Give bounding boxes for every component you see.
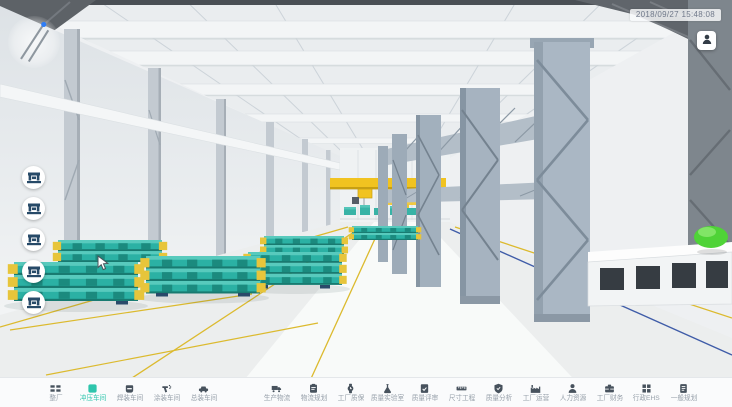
press-line-button-1[interactable] [22, 166, 45, 189]
tab-label: 尺寸工程 [448, 395, 475, 403]
person-icon [567, 383, 578, 394]
tab-admin-ehs[interactable]: 行政EHS [628, 378, 665, 407]
status-marker-green[interactable] [694, 226, 728, 255]
tab-label: 冲压车间 [79, 395, 106, 403]
tab-label: 生产物流 [263, 395, 290, 403]
watch-icon [345, 383, 356, 394]
press-machine-icon [27, 297, 41, 309]
tab-production-logistics[interactable]: 生产物流 [258, 378, 295, 407]
compass-icon [8, 16, 60, 68]
tab-paint-shop[interactable]: 涂装车间 [148, 378, 185, 407]
tab-label: 总装车间 [190, 395, 217, 403]
tab-hr[interactable]: 人力资源 [554, 378, 591, 407]
compass-widget[interactable] [8, 16, 60, 68]
app-window: 2018/09/27 15:48:08 [0, 0, 732, 407]
press-machine-icon [27, 234, 41, 246]
tab-general-planning[interactable]: 一般规划 [665, 378, 702, 407]
tab-label: 物流规划 [300, 395, 327, 403]
ruler-icon [456, 383, 467, 394]
tab-logistics-planning[interactable]: 物流规划 [295, 378, 332, 407]
press-line-button-4[interactable] [22, 260, 45, 283]
tab-label: 一般规划 [670, 395, 697, 403]
welding-shop-icon [124, 383, 135, 394]
grid-icon [641, 383, 652, 394]
tab-label: 工厂运营 [522, 395, 549, 403]
factory-icon [530, 383, 541, 394]
clipboard-icon [308, 383, 319, 394]
tab-welding-shop[interactable]: 焊装车间 [111, 378, 148, 407]
tab-label: 质量分析 [485, 395, 512, 403]
assembly-shop-icon [198, 383, 209, 394]
press-machine-icon [27, 172, 41, 184]
document-icon [678, 383, 689, 394]
tab-label: 焊装车间 [116, 395, 143, 403]
tab-label: 工厂财务 [596, 395, 623, 403]
press-machine-icon [27, 266, 41, 278]
press-line-button-3[interactable] [22, 228, 45, 251]
tab-factory-qa[interactable]: 工厂质保 [332, 378, 369, 407]
shop-tabs: 整厂 冲压车间 焊装车间 涂装车间 [37, 378, 222, 407]
briefcase-icon [604, 383, 615, 394]
tab-assembly-shop[interactable]: 总装车间 [185, 378, 222, 407]
tab-label: 质量评审 [411, 395, 438, 403]
tab-label: 人力资源 [559, 395, 586, 403]
tab-factory-operations[interactable]: 工厂运营 [517, 378, 554, 407]
tab-quality-lab[interactable]: 质量实验室 [369, 378, 406, 407]
scene-3d-viewport[interactable] [0, 0, 732, 407]
truck-icon [271, 383, 282, 394]
paint-shop-icon [161, 383, 172, 394]
tab-label: 行政EHS [633, 395, 660, 403]
clock-timestamp: 2018/09/27 15:48:08 [630, 9, 721, 21]
tab-stamping-shop[interactable]: 冲压车间 [74, 378, 111, 407]
press-line-button-5[interactable] [22, 291, 45, 314]
press-machine-icon [27, 203, 41, 215]
tab-quality-review[interactable]: 质量评审 [406, 378, 443, 407]
tab-whole-plant[interactable]: 整厂 [37, 378, 74, 407]
user-icon [701, 32, 713, 50]
flask-icon [382, 383, 393, 394]
tab-factory-finance[interactable]: 工厂财务 [591, 378, 628, 407]
tab-label: 整厂 [49, 395, 62, 403]
tab-label: 工厂质保 [337, 395, 364, 403]
tab-dimension-engineering[interactable]: 尺寸工程 [443, 378, 480, 407]
tab-label: 质量实验室 [371, 395, 404, 403]
user-button[interactable] [697, 31, 716, 50]
document-check-icon [419, 383, 430, 394]
function-tabs: 生产物流 物流规划 工厂质保 质量实验室 [258, 378, 702, 407]
press-line-button-2[interactable] [22, 197, 45, 220]
tab-label: 涂装车间 [153, 395, 180, 403]
stamping-shop-icon [87, 383, 98, 394]
bottom-toolbar: 整厂 冲压车间 焊装车间 涂装车间 [0, 377, 732, 407]
tab-quality-analysis[interactable]: 质量分析 [480, 378, 517, 407]
shield-icon [493, 383, 504, 394]
plant-overview-icon [50, 383, 61, 394]
